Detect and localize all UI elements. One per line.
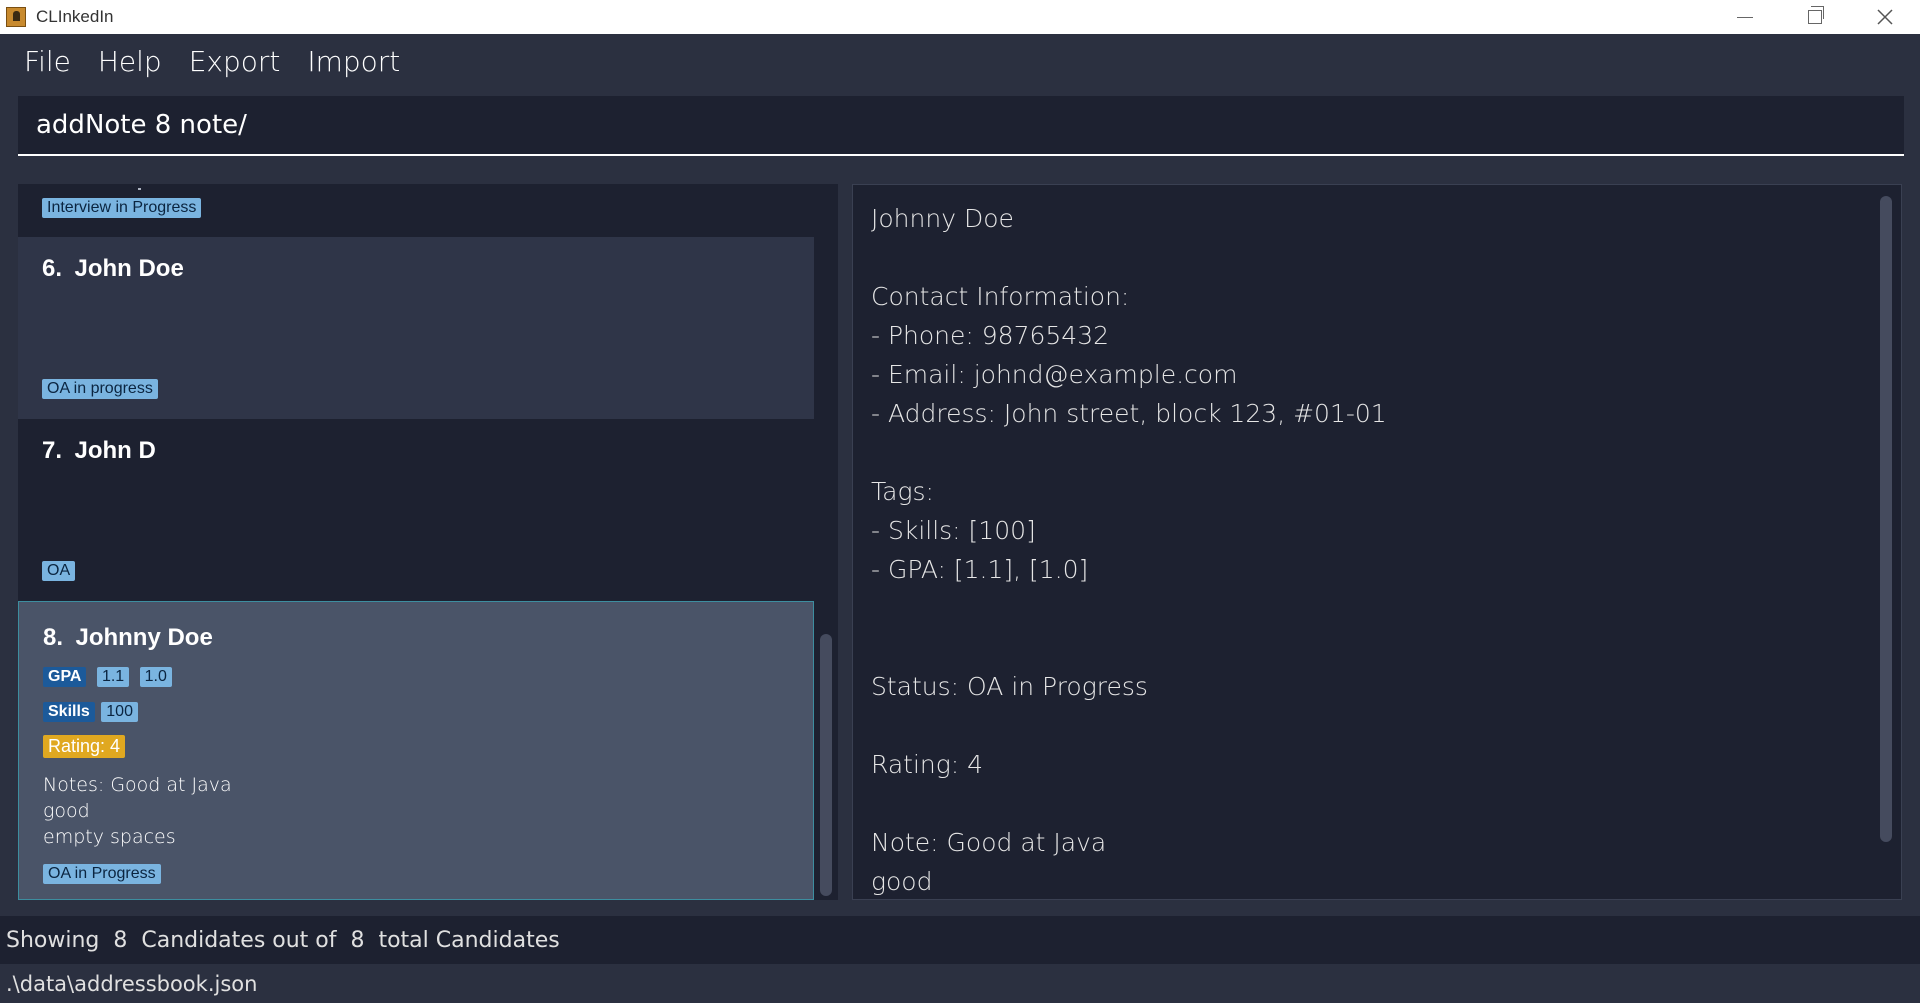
restore-icon xyxy=(1808,6,1824,24)
command-input[interactable]: addNote 8 note/ xyxy=(18,96,1904,156)
window-title: CLInkedIn xyxy=(36,7,114,26)
menu-help[interactable]: Help xyxy=(98,45,162,78)
minimize-icon xyxy=(1737,16,1753,18)
detail-line xyxy=(871,784,1883,823)
result-status-bar: Showing 8 Candidates out of 8 total Cand… xyxy=(0,916,1920,964)
scroll-thumb[interactable] xyxy=(820,634,832,896)
candidate-name: Johnny Doe xyxy=(75,624,213,651)
close-button[interactable] xyxy=(1850,0,1920,34)
candidate-name: John D xyxy=(74,437,156,464)
detail-name: Johnny Doe xyxy=(871,204,1014,233)
candidate-index: 7. xyxy=(42,437,63,464)
gpa-value-tag: 1.0 xyxy=(139,667,172,687)
notes-line: empty spaces xyxy=(43,826,176,848)
candidate-list[interactable]: Interview in Progress 6. John Doe OA in … xyxy=(18,184,814,900)
candidate-card-6[interactable]: 6. John Doe OA in progress xyxy=(18,237,814,419)
close-icon xyxy=(1877,9,1893,25)
candidate-index: 6. xyxy=(42,255,63,282)
menu-import[interactable]: Import xyxy=(307,45,400,78)
candidate-card-7[interactable]: 7. John D OA xyxy=(18,419,814,601)
minimize-button[interactable] xyxy=(1710,0,1780,34)
detail-skills: - Skills: [100] xyxy=(871,516,1036,545)
rating-tag: Rating: 4 xyxy=(43,735,126,758)
app-icon xyxy=(6,7,26,27)
candidate-index: 8. xyxy=(43,624,64,651)
candidate-name: John Doe xyxy=(74,255,184,282)
detail-address: - Address: John street, block 123, #01-0… xyxy=(871,399,1387,428)
status-tag: Interview in Progress xyxy=(42,198,202,218)
menu-file[interactable]: File xyxy=(24,45,71,78)
detail-gpa: - GPA: [1.1], [1.0] xyxy=(871,555,1089,584)
candidate-card-partial[interactable]: Interview in Progress xyxy=(18,184,814,237)
detail-note: Note: Good at Java xyxy=(871,828,1107,857)
candidate-count-summary: Showing 8 Candidates out of 8 total Cand… xyxy=(6,927,560,953)
detail-contact-heading: Contact Information: xyxy=(871,282,1130,311)
main-area: Interview in Progress 6. John Doe OA in … xyxy=(0,164,1920,916)
detail-rating: Rating: 4 xyxy=(871,750,984,779)
command-area: addNote 8 note/ xyxy=(0,88,1920,164)
detail-line xyxy=(871,589,1883,628)
status-tag: OA in progress xyxy=(42,379,158,399)
detail-note-line: good xyxy=(871,867,933,896)
detail-email: - Email: johnd@example.com xyxy=(871,360,1238,389)
menu-export[interactable]: Export xyxy=(189,45,281,78)
data-file-path: .\data\addressbook.json xyxy=(6,971,258,996)
status-tag: OA xyxy=(42,561,76,581)
menu-bar: File Help Export Import xyxy=(0,34,1920,88)
candidate-list-scrollbar[interactable] xyxy=(814,184,838,900)
gpa-label-tag: GPA xyxy=(43,667,87,687)
gpa-value-tag: 1.1 xyxy=(96,667,130,687)
candidate-detail-panel: Johnny Doe Contact Information: - Phone:… xyxy=(852,184,1902,900)
detail-phone: - Phone: 98765432 xyxy=(871,321,1110,350)
detail-status: Status: OA in Progress xyxy=(871,672,1148,701)
skills-label-tag: Skills xyxy=(43,702,95,722)
detail-tags-heading: Tags: xyxy=(871,477,934,506)
detail-line xyxy=(871,433,1883,472)
title-bar: CLInkedIn xyxy=(0,0,1920,34)
detail-line xyxy=(871,628,1883,667)
file-path-bar: .\data\addressbook.json xyxy=(0,964,1920,1003)
candidate-card-8[interactable]: 8. Johnny Doe GPA 1.1 1.0 Skills 100 Rat… xyxy=(18,601,814,900)
restore-button[interactable] xyxy=(1780,0,1850,34)
notes-line: Notes: Good at Java xyxy=(43,774,232,796)
detail-line xyxy=(871,706,1883,745)
skills-value-tag: 100 xyxy=(101,702,138,722)
detail-scrollbar[interactable] xyxy=(1880,196,1892,842)
notes-line: good xyxy=(43,800,90,822)
detail-line xyxy=(871,238,1883,277)
status-tag: OA in Progress xyxy=(43,864,161,884)
window-controls xyxy=(1710,0,1920,34)
